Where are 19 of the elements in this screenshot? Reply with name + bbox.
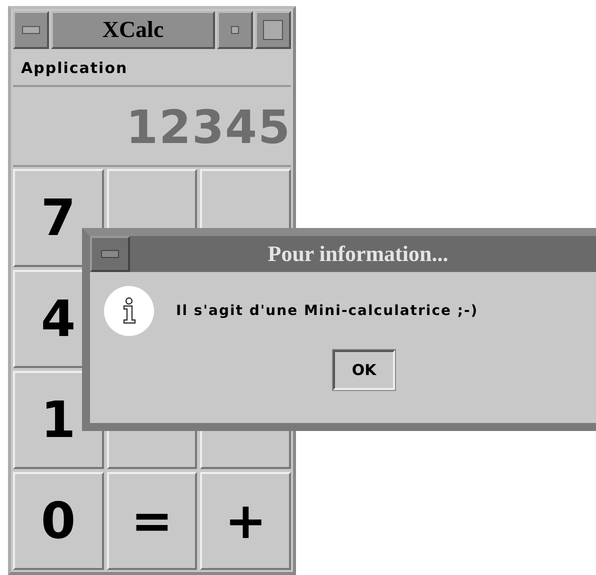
bar-icon <box>22 26 40 34</box>
display-value: 12345 <box>126 100 291 154</box>
window-menu-button[interactable] <box>90 236 130 272</box>
calculator-key[interactable]: = <box>106 472 198 570</box>
calculator-key[interactable]: + <box>200 472 291 570</box>
minimize-button[interactable] <box>217 11 253 49</box>
info-icon <box>104 286 154 336</box>
ok-button[interactable]: OK <box>333 350 395 390</box>
bar-icon <box>101 250 119 258</box>
dialog-message: Il s'agit d'une Mini-calculatrice ;-) <box>176 303 478 319</box>
square-icon <box>231 26 239 34</box>
calculator-key[interactable]: 7 <box>13 169 104 267</box>
square-icon <box>263 20 283 40</box>
window-menu-button[interactable] <box>13 11 49 49</box>
dialog-title: Pour information... <box>266 240 450 268</box>
maximize-button[interactable] <box>255 11 291 49</box>
menu-item[interactable]: Application <box>21 59 128 77</box>
calculator-key[interactable]: 0 <box>13 472 104 570</box>
window-title: XCalc <box>51 11 215 49</box>
